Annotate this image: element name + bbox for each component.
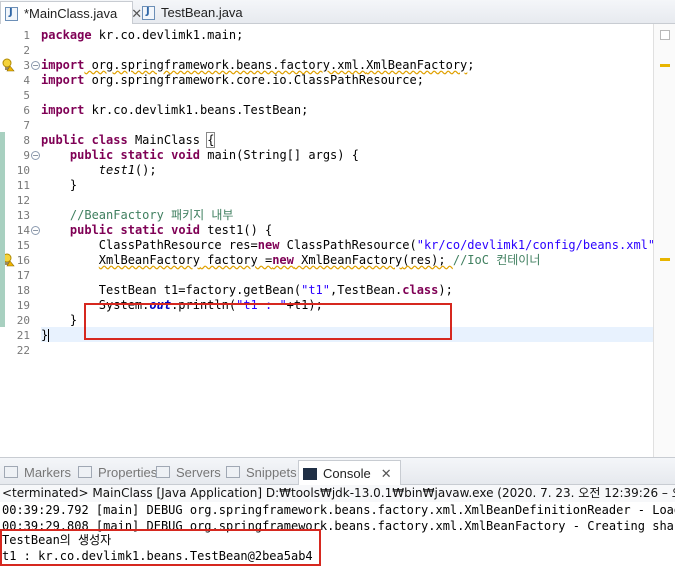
code-text-area[interactable]: package kr.co.devlimk1.main; import org.… <box>41 24 670 457</box>
highlight-box-console <box>0 529 321 566</box>
editor-tab-bar: *MainClass.java ✕ TestBean.java <box>0 0 675 25</box>
tab-label: TestBean.java <box>161 5 243 20</box>
code-line-4: import org.springframework.core.io.Class… <box>41 73 424 87</box>
close-tab-icon[interactable]: ✕ <box>381 466 392 482</box>
servers-icon <box>156 466 170 478</box>
line-number: 4 <box>23 74 30 87</box>
line-number: 3 <box>23 59 30 72</box>
tab-console[interactable]: Console ✕ <box>298 460 401 486</box>
code-line-20: } <box>69 313 78 327</box>
line-number: 7 <box>23 119 30 132</box>
java-file-icon <box>5 6 18 21</box>
code-line-21: } <box>41 328 50 342</box>
bottom-panel-tabs: Markers Properties Servers Snippets Cons… <box>0 457 675 486</box>
tab-testbean-java[interactable]: TestBean.java <box>138 1 248 24</box>
java-file-icon <box>142 5 155 20</box>
console-status-line: <terminated> MainClass [Java Application… <box>0 485 675 502</box>
console-icon <box>303 467 317 480</box>
code-line-13: //BeanFactory 패키지 내부 <box>69 208 234 222</box>
line-number: 12 <box>16 194 30 207</box>
code-line-11: } <box>69 178 78 192</box>
tab-markers[interactable]: Markers <box>4 463 71 481</box>
code-line-15: ClassPathResource res=new ClassPathResou… <box>98 238 670 252</box>
fold-collapse-icon[interactable]: − <box>31 226 40 235</box>
warning-bulb-icon[interactable] <box>1 58 15 72</box>
code-line-16: XmlBeanFactory factory =new XmlBeanFacto… <box>98 253 541 267</box>
code-line-10: test1(); <box>98 163 157 177</box>
line-number: 16 <box>16 254 30 267</box>
snippets-icon <box>226 466 240 478</box>
line-number: 1 <box>23 29 30 42</box>
overview-warning-mark[interactable] <box>660 64 670 67</box>
change-indicator-bar <box>0 132 5 327</box>
code-line-8: public class MainClass { <box>41 132 216 148</box>
line-number-gutter: 1 2 3 4 5 6 7 8 9 10 11 12 13 14 15 16 1… <box>16 24 30 457</box>
code-line-9: public static void main(String[] args) { <box>69 148 359 162</box>
tab-label: *MainClass.java <box>24 6 118 21</box>
overview-status-icon <box>660 30 670 40</box>
tab-servers[interactable]: Servers <box>156 463 221 481</box>
overview-warning-mark[interactable] <box>660 258 670 261</box>
highlight-box-code <box>84 303 452 340</box>
fold-collapse-icon[interactable]: − <box>31 151 40 160</box>
line-number: 20 <box>16 314 30 327</box>
markers-icon <box>4 466 18 478</box>
code-line-14: public static void test1() { <box>69 223 273 237</box>
line-number: 21 <box>16 329 30 342</box>
line-number: 15 <box>16 239 30 252</box>
line-number: 14 <box>16 224 30 237</box>
code-line-18: TestBean t1=factory.getBean("t1",TestBea… <box>98 283 453 297</box>
text-cursor <box>48 329 50 342</box>
line-number: 5 <box>23 89 30 102</box>
line-number: 18 <box>16 284 30 297</box>
tab-mainclass-java[interactable]: *MainClass.java ✕ <box>0 1 142 25</box>
line-number: 2 <box>23 44 30 57</box>
tab-snippets[interactable]: Snippets <box>226 463 297 481</box>
properties-icon <box>78 466 92 478</box>
fold-collapse-icon[interactable]: − <box>31 61 40 70</box>
code-line-6: import kr.co.devlimk1.beans.TestBean; <box>41 103 309 117</box>
folding-column: − − − <box>30 24 40 457</box>
console-line: 00:39:29.792 [main] DEBUG org.springfram… <box>2 503 675 517</box>
line-number: 9 <box>23 149 30 162</box>
line-number: 13 <box>16 209 30 222</box>
line-number: 11 <box>16 179 30 192</box>
code-line-3: import org.springframework.beans.factory… <box>41 58 475 72</box>
line-number: 22 <box>16 344 30 357</box>
tab-properties[interactable]: Properties <box>78 463 157 481</box>
code-editor[interactable]: 1 2 3 4 5 6 7 8 9 10 11 12 13 14 15 16 1… <box>0 24 675 457</box>
line-number: 10 <box>16 164 30 177</box>
line-number: 8 <box>23 134 30 147</box>
line-number: 19 <box>16 299 30 312</box>
code-line-1: package kr.co.devlimk1.main; <box>41 28 244 42</box>
overview-ruler[interactable] <box>653 24 675 457</box>
line-number: 6 <box>23 104 30 117</box>
line-number: 17 <box>16 269 30 282</box>
annotation-ruler <box>0 24 16 457</box>
